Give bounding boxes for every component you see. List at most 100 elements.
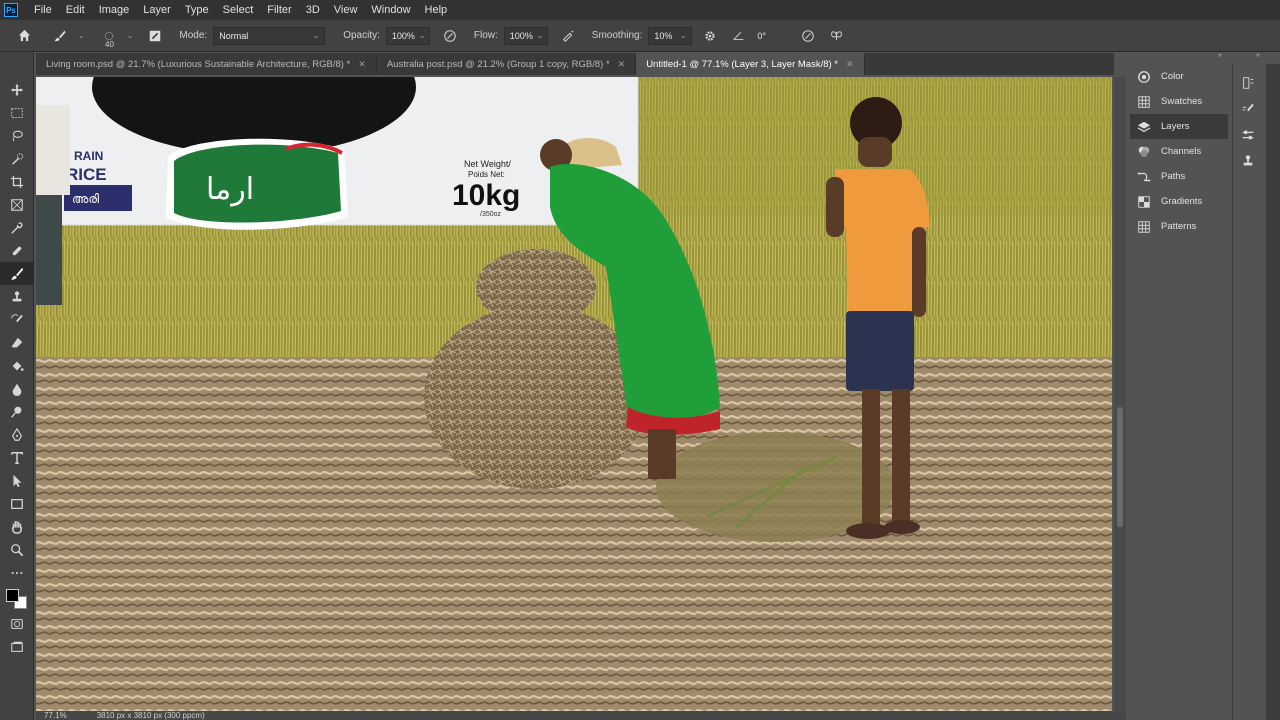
options-bar: ⌄ ⌄ Mode: Normal ⌄ Opacity: 100% ⌄ Flow: 1… <box>0 20 1280 52</box>
panel-label: Gradients <box>1161 196 1203 207</box>
brush-angle-icon[interactable] <box>724 22 752 50</box>
panel-dock-edge <box>1266 64 1280 720</box>
brush-size-value: 40 <box>105 40 114 49</box>
eyedropper-tool-icon[interactable] <box>0 216 34 239</box>
clone-source-panel-icon[interactable] <box>1233 148 1263 174</box>
panel-label: Layers <box>1161 121 1190 132</box>
opacity-value: 100% <box>391 30 415 41</box>
lasso-tool-icon[interactable] <box>0 124 34 147</box>
mode-label: Mode: <box>179 30 208 41</box>
gradients-icon <box>1136 194 1152 210</box>
smoothing-options-gear-icon[interactable] <box>696 22 724 50</box>
more-tools-icon[interactable] <box>0 561 34 584</box>
panel-gradients[interactable]: Gradients <box>1130 189 1228 214</box>
patterns-icon <box>1136 219 1152 235</box>
rectangle-tool-icon[interactable] <box>0 492 34 515</box>
history-brush-tool-icon[interactable] <box>0 308 34 331</box>
chevron-down-icon[interactable]: ⌄ <box>78 31 85 40</box>
menu-window[interactable]: Window <box>364 4 417 16</box>
blur-tool-icon[interactable] <box>0 377 34 400</box>
menu-file[interactable]: File <box>27 4 59 16</box>
quick-mask-icon[interactable] <box>0 612 34 635</box>
channels-icon <box>1136 144 1152 160</box>
panel-icon-strip <box>1232 64 1264 720</box>
menu-select[interactable]: Select <box>216 4 261 16</box>
menu-layer[interactable]: Layer <box>136 4 178 16</box>
panel-layers[interactable]: Layers <box>1130 114 1228 139</box>
paint-bucket-tool-icon[interactable] <box>0 354 34 377</box>
document-canvas[interactable]: RAIN RICE അരി ارما Net Weight/ Poids Net… <box>36 77 1112 711</box>
photoshop-logo-icon[interactable]: Ps <box>4 3 18 17</box>
dodge-tool-icon[interactable] <box>0 400 34 423</box>
menu-filter[interactable]: Filter <box>260 4 298 16</box>
panel-patterns[interactable]: Patterns <box>1130 214 1228 239</box>
vertical-scrollbar[interactable] <box>1114 77 1126 711</box>
menu-help[interactable]: Help <box>418 4 455 16</box>
type-tool-icon[interactable] <box>0 446 34 469</box>
pressure-size-icon[interactable] <box>794 22 822 50</box>
flow-field[interactable]: 100% ⌄ <box>503 26 548 45</box>
scrollbar-thumb[interactable] <box>1117 407 1123 527</box>
flow-label: Flow: <box>473 30 498 41</box>
smoothing-field[interactable]: 10% ⌄ <box>648 26 693 45</box>
foreground-background-swatch[interactable] <box>0 584 34 612</box>
crop-tool-icon[interactable] <box>0 170 34 193</box>
zoom-tool-icon[interactable] <box>0 538 34 561</box>
eraser-tool-icon[interactable] <box>0 331 34 354</box>
quick-selection-tool-icon[interactable] <box>0 147 34 170</box>
mode-select[interactable]: Normal ⌄ <box>213 26 326 45</box>
close-icon[interactable]: ✕ <box>846 59 854 70</box>
panel-swatches[interactable]: Swatches <box>1130 89 1228 114</box>
panel-channels[interactable]: Channels <box>1130 139 1228 164</box>
panel-label: Swatches <box>1161 96 1203 107</box>
zoom-level[interactable]: 77.1% <box>44 711 67 720</box>
menu-edit[interactable]: Edit <box>59 4 92 16</box>
chevron-down-icon: ⌄ <box>679 31 687 40</box>
collapse-panels-icon[interactable]: » <box>1218 52 1222 62</box>
menu-type[interactable]: Type <box>178 4 216 16</box>
menu-view[interactable]: View <box>327 4 365 16</box>
tab-australia-post[interactable]: Australia post.psd @ 21.2% (Group 1 copy… <box>377 53 637 75</box>
airbrush-icon[interactable] <box>554 22 582 50</box>
move-tool-icon[interactable] <box>0 78 34 101</box>
menu-3d[interactable]: 3D <box>299 4 327 16</box>
brush-preset-icon[interactable] <box>46 22 74 50</box>
marquee-tool-icon[interactable] <box>0 101 34 124</box>
canvas-artwork: RAIN RICE അരി ارما Net Weight/ Poids Net… <box>36 77 1112 711</box>
frame-tool-icon[interactable] <box>0 193 34 216</box>
tab-label: Australia post.psd @ 21.2% (Group 1 copy… <box>386 58 610 70</box>
panel-paths[interactable]: Paths <box>1130 164 1228 189</box>
opacity-field[interactable]: 100% ⌄ <box>385 26 430 45</box>
net-weight-value: 10kg <box>452 179 520 212</box>
panel-color[interactable]: Color <box>1130 64 1228 89</box>
tab-living-room[interactable]: Living room.psd @ 21.7% (Luxurious Susta… <box>36 53 377 75</box>
clone-stamp-tool-icon[interactable] <box>0 285 34 308</box>
swatches-grid-icon <box>1136 94 1152 110</box>
history-panel-icon[interactable] <box>1233 70 1263 96</box>
collapsed-panels-column: Color Swatches Layers Channels Paths Gra… <box>1130 64 1228 720</box>
brush-settings-toggle-icon[interactable] <box>141 22 169 50</box>
close-icon[interactable]: ✕ <box>358 59 366 70</box>
menu-image[interactable]: Image <box>92 4 137 16</box>
adjustments-panel-icon[interactable] <box>1233 122 1263 148</box>
chevron-down-icon[interactable]: ⌄ <box>127 31 134 40</box>
document-tabs: Living room.psd @ 21.7% (Luxurious Susta… <box>36 53 1114 75</box>
foreground-color-swatch[interactable] <box>6 589 19 602</box>
chevron-down-icon: ⌄ <box>312 31 320 40</box>
collapse-panels-icon[interactable]: « <box>1256 52 1260 62</box>
tab-untitled-1[interactable]: Untitled-1 @ 77.1% (Layer 3, Layer Mask/… <box>636 53 865 75</box>
close-icon[interactable]: ✕ <box>618 59 626 70</box>
hand-tool-icon[interactable] <box>0 515 34 538</box>
pressure-opacity-icon[interactable] <box>436 22 464 50</box>
brush-tool-icon[interactable] <box>0 262 34 285</box>
pen-tool-icon[interactable] <box>0 423 34 446</box>
opacity-label: Opacity: <box>343 30 380 41</box>
symmetry-butterfly-icon[interactable] <box>822 22 850 50</box>
angle-field[interactable]: 0° <box>752 27 788 45</box>
healing-brush-tool-icon[interactable] <box>0 239 34 262</box>
screen-mode-icon[interactable] <box>0 635 34 658</box>
path-selection-tool-icon[interactable] <box>0 469 34 492</box>
home-icon[interactable] <box>10 22 38 50</box>
brush-settings-panel-icon[interactable] <box>1233 96 1263 122</box>
color-wheel-icon <box>1136 69 1152 85</box>
